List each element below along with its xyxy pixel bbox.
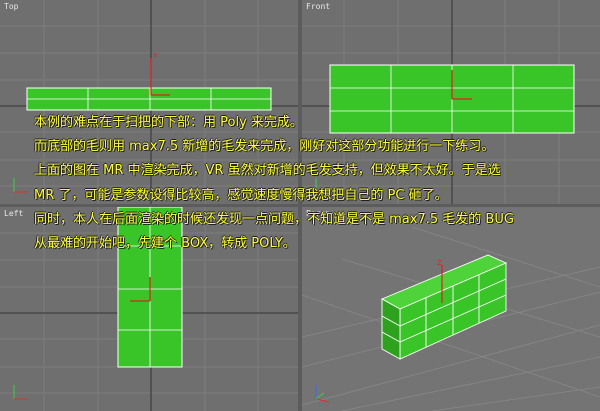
svg-text:Z: Z (437, 259, 442, 267)
caption-line: 本例的难点在于扫把的下部：用 Poly 来完成。 (34, 115, 303, 130)
svg-text:Y: Y (152, 52, 158, 60)
caption-line: 而底部的毛则用 max7.5 新增的毛发来完成，刚好对这部分功能进行一下练习。 (34, 139, 495, 155)
viewport-label[interactable]: Left (4, 209, 23, 218)
viewport-label[interactable]: Front (306, 2, 330, 11)
axis-tripod-top (13, 178, 28, 193)
caption-line: 同时，本人在后面渲染的时候还发现一点问题，不知道是不是 max7.5 毛发的 B… (34, 211, 514, 227)
caption-line: 上面的图在 MR 中渲染完成，VR 虽然对新增的毛发支持，但效果不太好。于是选 (34, 163, 501, 179)
viewport-label[interactable]: Top (4, 2, 18, 11)
tutorial-caption: 本例的难点在于扫把的下部：用 Poly 来完成。 而底部的毛则用 max7.5 … (34, 111, 600, 256)
axis-tripod-left (13, 385, 28, 400)
caption-line: 从最难的开始吧，先建个 BOX，转成 POLY。 (34, 235, 296, 251)
caption-line: MR 了，可能是参数设得比较高，感觉速度慢得我想把自己的 PC 砸了。 (34, 187, 448, 203)
